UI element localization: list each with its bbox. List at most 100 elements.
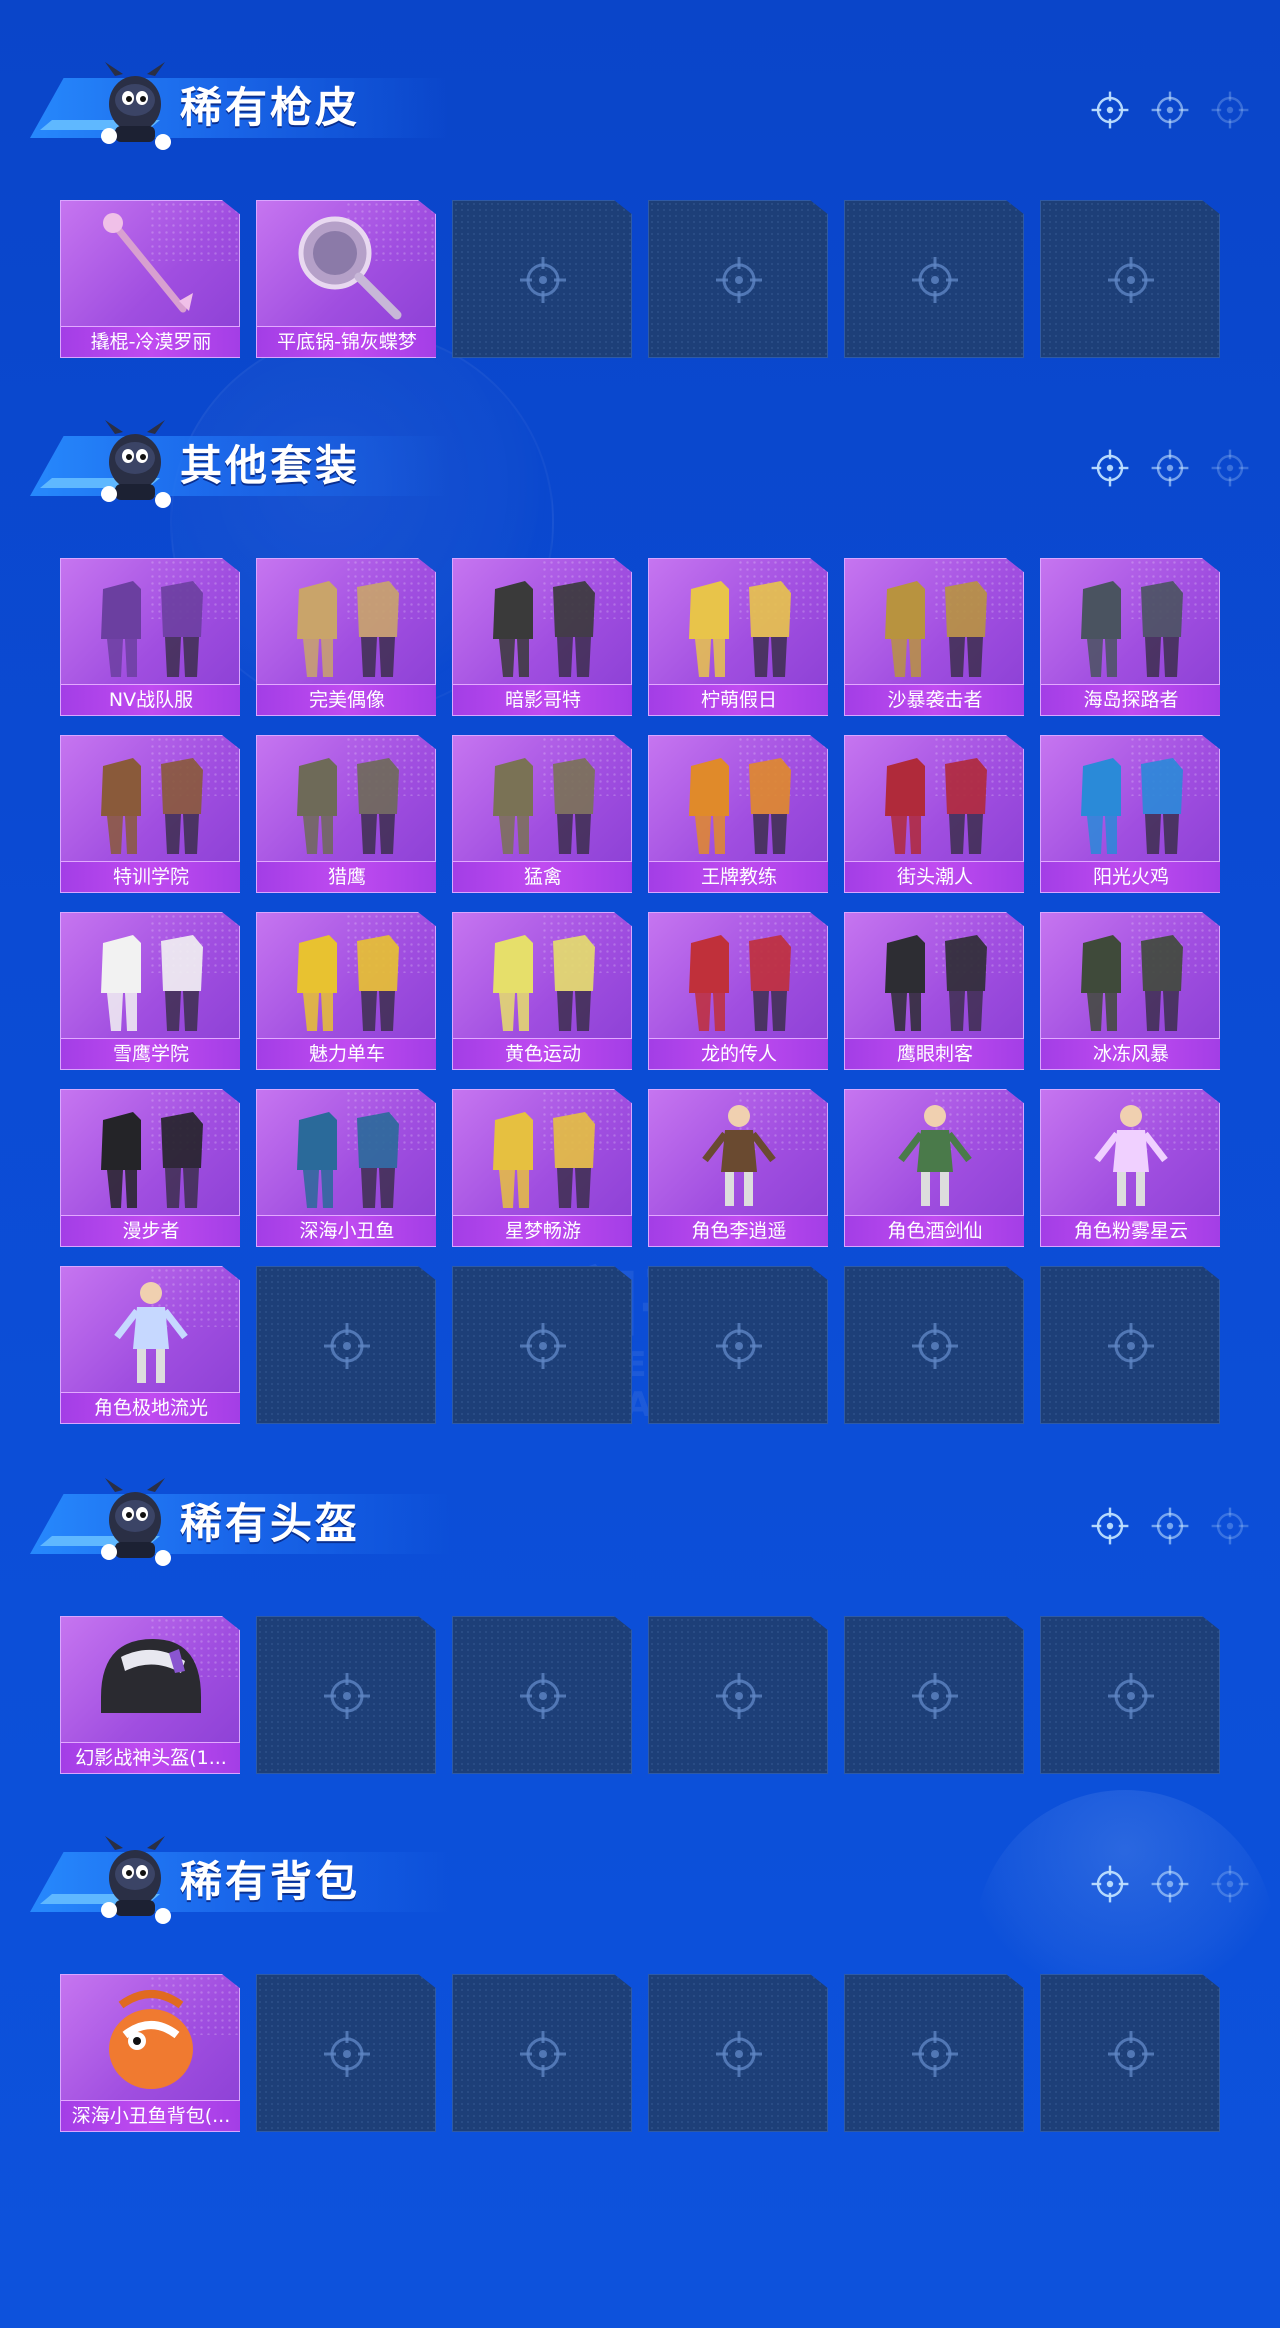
item-label: 角色粉雾星云 xyxy=(1041,1215,1220,1246)
header-decoration xyxy=(1090,1864,1250,1904)
empty-slot xyxy=(648,200,828,358)
item-card[interactable]: 海岛探路者 xyxy=(1040,558,1220,716)
item-card[interactable]: 幻影战神头盔(1... xyxy=(60,1616,240,1774)
item-card[interactable]: 黄色运动 xyxy=(452,912,632,1070)
item-card[interactable]: 角色酒剑仙 xyxy=(844,1089,1024,1247)
character-icon xyxy=(649,1090,828,1218)
item-card[interactable]: 漫步者 xyxy=(60,1089,240,1247)
empty-slot xyxy=(648,1616,828,1774)
crosshair-icon xyxy=(1106,1671,1156,1721)
item-label: 阳光火鸡 xyxy=(1041,861,1220,892)
crosshair-icon xyxy=(910,255,960,305)
item-card[interactable]: 沙暴袭击者 xyxy=(844,558,1024,716)
empty-slot xyxy=(844,1974,1024,2132)
section-title: 稀有背包 xyxy=(180,1857,361,1906)
character-icon xyxy=(1041,1090,1220,1218)
crosshair-icon xyxy=(322,1321,372,1371)
item-card[interactable]: 完美偶像 xyxy=(256,558,436,716)
crosshair-icon xyxy=(1210,448,1250,488)
item-card[interactable]: 阳光火鸡 xyxy=(1040,735,1220,893)
empty-slot xyxy=(844,1616,1024,1774)
item-label: 猎鹰 xyxy=(257,861,436,892)
section-header: 其他套装 xyxy=(30,406,1250,526)
outfit-icon xyxy=(453,1090,632,1218)
empty-slot xyxy=(1040,200,1220,358)
crosshair-icon xyxy=(714,2029,764,2079)
crosshair-icon xyxy=(1090,1506,1130,1546)
item-card[interactable]: 雪鹰学院 xyxy=(60,912,240,1070)
item-label: 街头潮人 xyxy=(845,861,1024,892)
empty-slot xyxy=(844,1266,1024,1424)
item-card[interactable]: 柠萌假日 xyxy=(648,558,828,716)
outfit-icon xyxy=(453,913,632,1041)
outfit-icon xyxy=(453,736,632,864)
item-card[interactable]: 猛禽 xyxy=(452,735,632,893)
item-label: 暗影哥特 xyxy=(453,684,632,715)
empty-slot xyxy=(452,1616,632,1774)
item-label: 撬棍-冷漠罗丽 xyxy=(61,326,240,357)
outfit-icon xyxy=(1041,736,1220,864)
item-card[interactable]: 龙的传人 xyxy=(648,912,828,1070)
item-card[interactable]: 猎鹰 xyxy=(256,735,436,893)
empty-slot xyxy=(452,200,632,358)
item-card[interactable]: NV战队服 xyxy=(60,558,240,716)
empty-slot xyxy=(648,1266,828,1424)
crosshair-icon xyxy=(1150,1864,1190,1904)
item-label: 星梦畅游 xyxy=(453,1215,632,1246)
empty-slot xyxy=(256,1616,436,1774)
crosshair-icon xyxy=(518,1671,568,1721)
item-label: 鹰眼刺客 xyxy=(845,1038,1024,1069)
empty-slot xyxy=(844,200,1024,358)
crosshair-icon xyxy=(518,2029,568,2079)
item-label: 深海小丑鱼背包(... xyxy=(61,2100,240,2131)
item-card[interactable]: 魅力单车 xyxy=(256,912,436,1070)
crosshair-icon xyxy=(322,1671,372,1721)
item-card[interactable]: 角色李逍遥 xyxy=(648,1089,828,1247)
item-label: 黄色运动 xyxy=(453,1038,632,1069)
item-label: 王牌教练 xyxy=(649,861,828,892)
item-card[interactable]: 王牌教练 xyxy=(648,735,828,893)
outfit-icon xyxy=(845,913,1024,1041)
header-decoration xyxy=(1090,90,1250,130)
section-title: 其他套装 xyxy=(180,441,361,490)
item-label: 幻影战神头盔(1... xyxy=(61,1742,240,1773)
item-card[interactable]: 角色粉雾星云 xyxy=(1040,1089,1220,1247)
item-card[interactable]: 平底锅-锦灰蝶梦 xyxy=(256,200,436,358)
item-card[interactable]: 暗影哥特 xyxy=(452,558,632,716)
frying-pan-skin-icon xyxy=(257,201,436,329)
item-card[interactable]: 角色极地流光 xyxy=(60,1266,240,1424)
crosshair-icon xyxy=(714,1321,764,1371)
empty-slot xyxy=(452,1266,632,1424)
item-label: 柠萌假日 xyxy=(649,684,828,715)
crowbar-skin-icon xyxy=(61,201,240,329)
item-label: 猛禽 xyxy=(453,861,632,892)
mascot-icon xyxy=(85,56,185,156)
item-card[interactable]: 鹰眼刺客 xyxy=(844,912,1024,1070)
mascot-icon xyxy=(85,1830,185,1930)
outfit-icon xyxy=(649,559,828,687)
item-label: 完美偶像 xyxy=(257,684,436,715)
section-title: 稀有枪皮 xyxy=(180,83,361,132)
item-card[interactable]: 特训学院 xyxy=(60,735,240,893)
crosshair-icon xyxy=(1090,448,1130,488)
item-card[interactable]: 冰冻风暴 xyxy=(1040,912,1220,1070)
empty-slot xyxy=(1040,1266,1220,1424)
item-label: NV战队服 xyxy=(61,684,240,715)
item-card[interactable]: 深海小丑鱼 xyxy=(256,1089,436,1247)
item-card[interactable]: 星梦畅游 xyxy=(452,1089,632,1247)
mascot-icon xyxy=(85,1472,185,1572)
item-card[interactable]: 深海小丑鱼背包(... xyxy=(60,1974,240,2132)
crosshair-icon xyxy=(518,1321,568,1371)
crosshair-icon xyxy=(1106,2029,1156,2079)
item-card[interactable]: 街头潮人 xyxy=(844,735,1024,893)
crosshair-icon xyxy=(1150,1506,1190,1546)
item-card[interactable]: 撬棍-冷漠罗丽 xyxy=(60,200,240,358)
crosshair-icon xyxy=(1090,90,1130,130)
item-label: 海岛探路者 xyxy=(1041,684,1220,715)
outfit-icon xyxy=(1041,559,1220,687)
crosshair-icon xyxy=(1210,90,1250,130)
item-label: 角色李逍遥 xyxy=(649,1215,828,1246)
outfit-icon xyxy=(257,559,436,687)
item-label: 平底锅-锦灰蝶梦 xyxy=(257,326,436,357)
item-label: 深海小丑鱼 xyxy=(257,1215,436,1246)
